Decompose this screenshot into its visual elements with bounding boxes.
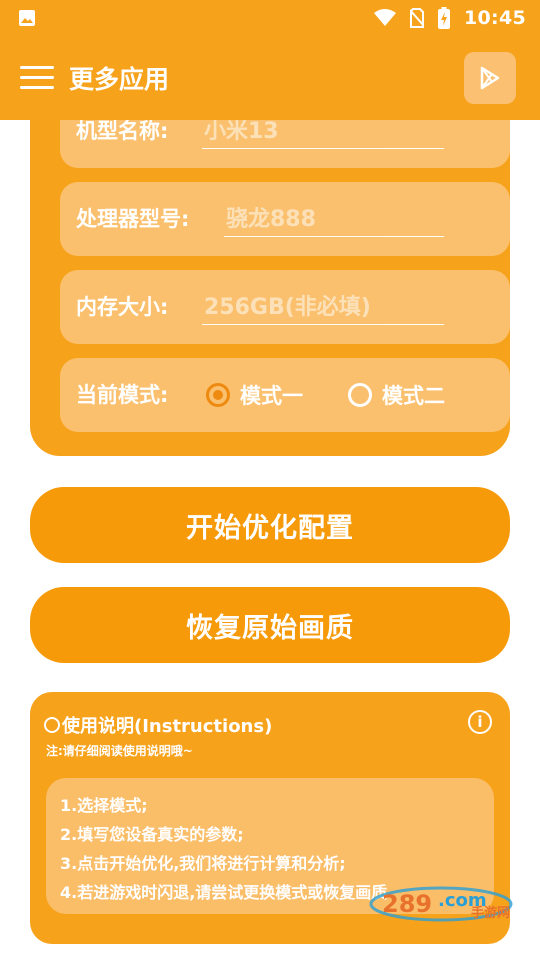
instructions-title: 使用说明(Instructions) [44, 712, 272, 738]
status-bar: 10:45 [0, 0, 540, 36]
start-optimize-button[interactable]: 开始优化配置 [30, 487, 510, 563]
device-form-card: 机型名称: 处理器型号: 内存大小: 当前模式: 模式一 模式二 [30, 80, 510, 456]
image-notification-icon [19, 10, 35, 26]
instructions-subtitle: 注:请仔细阅读使用说明哦~ [46, 744, 193, 758]
restore-quality-button[interactable]: 恢复原始画质 [30, 587, 510, 663]
list-item: 3.点击开始优化,我们将进行计算和分析; [60, 854, 346, 873]
battery-charging-icon [438, 7, 451, 29]
clock: 10:45 [464, 7, 526, 29]
svg-text:289: 289 [382, 890, 432, 918]
memory-label: 内存大小: [76, 295, 169, 319]
radio-unchecked-icon [348, 383, 372, 407]
page-title: 更多应用 [69, 65, 170, 94]
processor-row: 处理器型号: [60, 182, 510, 256]
instructions-title-text: 使用说明(Instructions) [62, 716, 273, 737]
wifi-icon [374, 9, 397, 26]
mode-option-2-label: 模式二 [382, 384, 445, 408]
radio-checked-icon [206, 383, 230, 407]
memory-row: 内存大小: [60, 270, 510, 344]
memory-input[interactable] [202, 290, 444, 325]
processor-input[interactable] [224, 202, 444, 237]
mode-option-1-label: 模式一 [240, 384, 303, 408]
no-sim-icon [410, 8, 425, 28]
list-item: 2.填写您设备真实的参数; [60, 825, 244, 844]
play-store-button[interactable] [464, 52, 516, 104]
mode-option-2[interactable]: 模式二 [348, 358, 445, 432]
circle-icon [44, 717, 60, 733]
list-item: 1.选择模式; [60, 796, 148, 815]
info-icon[interactable]: i [468, 710, 492, 734]
processor-label: 处理器型号: [76, 207, 190, 231]
watermark-text: 手游网 [470, 906, 510, 921]
mode-row: 当前模式: 模式一 模式二 [60, 358, 510, 432]
mode-label: 当前模式: [76, 383, 169, 407]
app-bar: 更多应用 [0, 36, 540, 120]
play-store-icon [480, 66, 500, 90]
menu-icon[interactable] [20, 66, 54, 90]
mode-option-1[interactable]: 模式一 [206, 358, 303, 432]
